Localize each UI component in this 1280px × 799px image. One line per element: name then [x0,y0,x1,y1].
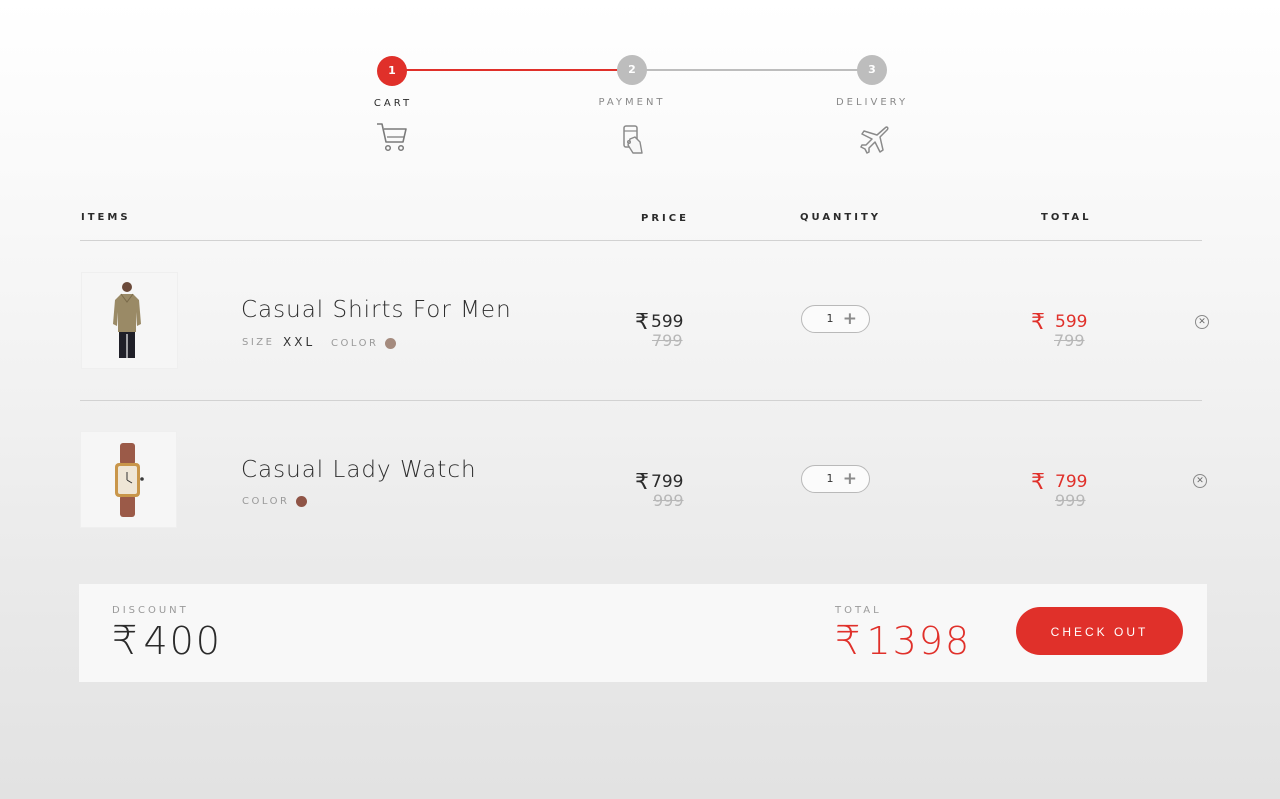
line-total: ₹799 [1031,470,1088,495]
plus-icon[interactable]: + [843,309,857,329]
airplane-icon [860,126,889,154]
header-divider [80,240,1202,241]
size-label: SIZE [242,337,275,348]
step-1-label[interactable]: CART [333,98,453,109]
quantity-value[interactable]: 1 [824,312,836,325]
old-unit-price: 799 [652,331,683,350]
remove-item-icon[interactable]: ✕ [1195,315,1209,329]
unit-price: ₹799 [635,470,684,495]
row-divider [80,400,1202,401]
shirt-model-image [113,282,141,358]
watch-image [115,443,144,517]
line-total: ₹599 [1031,310,1088,335]
color-swatch [385,338,396,349]
product-name[interactable]: Casual Lady Watch [241,457,477,483]
step-2-circle[interactable]: 2 [617,55,647,85]
plus-icon[interactable]: + [843,469,857,489]
size-value: XXL [283,335,316,349]
header-price: PRICE [641,213,689,224]
header-total: TOTAL [1041,212,1092,223]
step-3-label[interactable]: DELIVERY [812,97,932,108]
old-line-total: 799 [1054,331,1085,350]
color-label: COLOR [331,338,379,349]
discount-amount: ₹400 [112,618,222,664]
remove-item-icon[interactable]: ✕ [1193,474,1207,488]
step-connector-1 [406,69,618,71]
product-image-watch[interactable] [80,431,177,528]
quantity-value[interactable]: 1 [824,472,836,485]
header-items: ITEMS [81,212,131,223]
old-line-total: 999 [1055,491,1086,510]
step-1-circle[interactable]: 1 [377,56,407,86]
color-swatch [296,496,307,507]
step-connector-2 [646,69,858,71]
product-image-shirt[interactable] [81,272,178,369]
quantity-stepper[interactable]: 1 + [801,465,870,493]
quantity-stepper[interactable]: 1 + [801,305,870,333]
header-quantity: QUANTITY [800,212,882,223]
color-label: COLOR [242,496,290,507]
discount-label: DISCOUNT [112,605,189,616]
step-2-label[interactable]: PAYMENT [572,97,692,108]
cart-icon [377,123,407,152]
checkout-button[interactable]: CHECK OUT [1016,607,1183,655]
order-summary-bar: DISCOUNT ₹400 TOTAL ₹1398 CHECK OUT [79,584,1207,682]
payment-card-icon [623,125,643,154]
unit-price: ₹599 [635,310,684,335]
old-unit-price: 999 [653,491,684,510]
product-name[interactable]: Casual Shirts For Men [241,297,512,323]
step-3-circle[interactable]: 3 [857,55,887,85]
grand-total: ₹1398 [835,618,972,664]
total-label: TOTAL [835,605,882,616]
